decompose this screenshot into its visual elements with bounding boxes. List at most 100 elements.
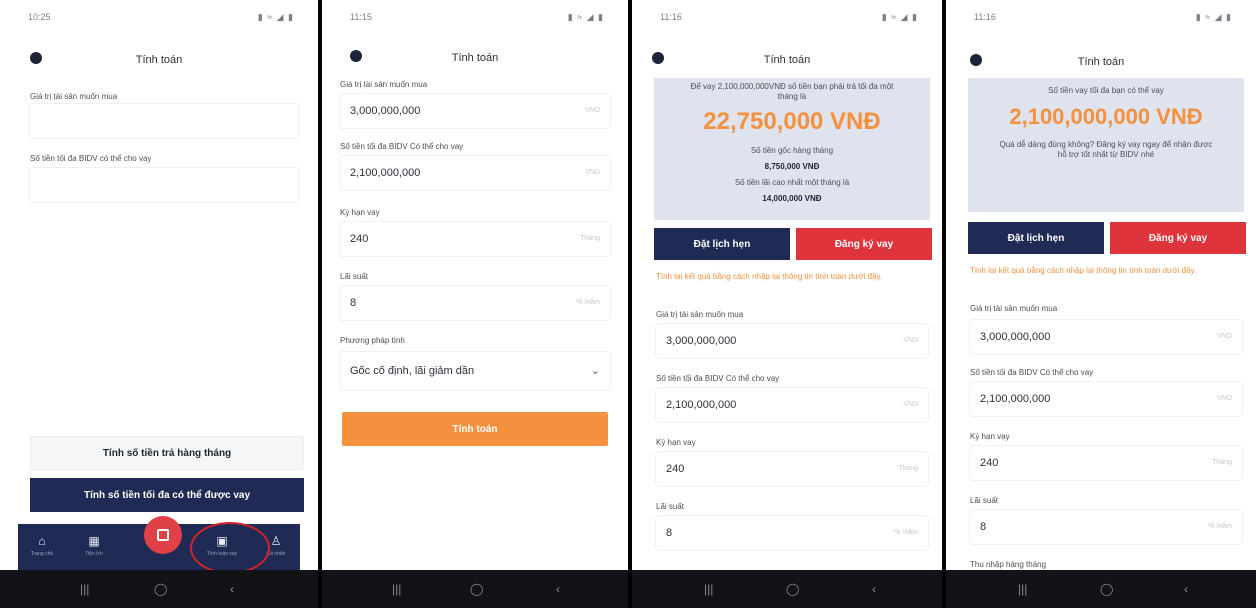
max-loan-input[interactable]: 2,100,000,000 VND: [970, 382, 1242, 416]
recent-apps-icon[interactable]: |||: [1018, 582, 1027, 596]
income-label: Thu nhập hàng tháng: [970, 560, 1047, 569]
term-label: Kỳ hạn vay: [656, 438, 696, 447]
recalc-note: Tính lại kết quả bằng cách nhập lại thôn…: [656, 272, 883, 281]
recent-apps-icon[interactable]: |||: [392, 582, 401, 596]
status-bar: 11:16 ▮ ≈ ◢ ▮: [632, 0, 942, 30]
status-time: 11:16: [974, 12, 996, 22]
back-chevron-icon[interactable]: ‹: [1184, 582, 1188, 596]
term-label: Kỳ hạn vay: [970, 432, 1010, 441]
status-bar: 10:25 ▮ ≈ ◢ ▮: [0, 0, 318, 30]
register-loan-button[interactable]: Đăng ký vay: [796, 228, 932, 260]
currency-unit: VND: [903, 337, 918, 344]
rate-unit: % /năm: [894, 529, 918, 536]
center-action-button[interactable]: [144, 516, 182, 554]
book-appointment-button[interactable]: Đặt lịch hẹn: [654, 228, 790, 260]
method-label: Phương pháp tính: [340, 336, 405, 345]
page-title: Tính toán: [763, 54, 811, 66]
page-title: Tính toán: [135, 54, 183, 66]
principal-value: 8,750,000 VNĐ: [764, 162, 820, 171]
asset-value-input[interactable]: 3,000,000,000 VND: [340, 94, 610, 128]
rate-label: Lãi suất: [656, 502, 685, 511]
calculate-button[interactable]: Tính toán: [342, 412, 608, 446]
max-loan-value: 2,100,000,000: [980, 393, 1051, 405]
calc-max-button[interactable]: Tính số tiền tối đa có thể được vay: [30, 478, 304, 512]
rate-input[interactable]: 8 % /năm: [970, 510, 1242, 544]
max-loan-label: Số tiền tối đa BIDV có thể cho vay: [30, 154, 152, 163]
nav-home[interactable]: ⌂ Trang chủ: [22, 534, 62, 557]
asset-value-input[interactable]: 3,000,000,000 VND: [656, 324, 928, 358]
nav-utility[interactable]: ▦ Tiện ích: [74, 534, 114, 557]
interest-value: 14,000,000 VNĐ: [762, 194, 822, 203]
back-chevron-icon[interactable]: ‹: [872, 582, 876, 596]
max-cta: Quá dễ dàng đúng không? Đăng ký vay ngay…: [999, 140, 1213, 159]
status-icons: ▮ ≈ ◢ ▮: [257, 12, 294, 22]
rate-label: Lãi suất: [970, 496, 999, 505]
asset-value-label: Giá trị tài sản muốn mua: [340, 80, 428, 89]
asset-value-label: Giá trị tài sản muốn mua: [656, 310, 744, 319]
rate-input[interactable]: 8 % /năm: [656, 516, 928, 550]
term-input[interactable]: 240 Tháng: [340, 222, 610, 256]
status-time: 10:25: [28, 12, 51, 22]
term-unit: Tháng: [580, 235, 600, 242]
asset-value-input[interactable]: [30, 104, 298, 138]
document-icon: [157, 529, 169, 541]
register-loan-button[interactable]: Đăng ký vay: [1110, 222, 1246, 254]
principal-label: Số tiền gốc hàng tháng: [750, 146, 834, 155]
method-select[interactable]: Gốc cố định, lãi giảm dần ⌄: [340, 352, 610, 390]
screen-monthly-result: 11:16 ▮ ≈ ◢ ▮ Tính toán Để vay 2,100,000…: [632, 0, 942, 608]
asset-value-input[interactable]: 3,000,000,000 VND: [970, 320, 1242, 354]
status-time: 11:16: [660, 12, 682, 22]
status-bar: 11:15 ▮ ≈ ◢ ▮: [322, 0, 628, 30]
header: Tính toán: [946, 46, 1256, 72]
home-icon: ⌂: [38, 534, 46, 548]
home-circle-icon[interactable]: ◯: [786, 582, 799, 596]
chevron-down-icon: ⌄: [590, 365, 600, 377]
back-chevron-icon[interactable]: ‹: [230, 582, 234, 596]
max-intro: Số tiền vay tối đa bạn có thể vay: [1048, 86, 1164, 95]
currency-unit: VND: [585, 107, 600, 114]
status-icons: ▮ ≈ ◢ ▮: [567, 12, 604, 22]
header: Tính toán: [0, 44, 318, 70]
max-loan-input[interactable]: [30, 168, 298, 202]
rate-value: 8: [666, 527, 673, 539]
home-circle-icon[interactable]: ◯: [470, 582, 483, 596]
interest-label: Số tiền lãi cao nhất một tháng là: [734, 178, 850, 187]
header: Tính toán: [632, 44, 942, 70]
monthly-result-card: Để vay 2,100,000,000VNĐ số tiền bạn phải…: [654, 78, 930, 220]
term-unit: Tháng: [898, 465, 918, 472]
recalc-note: Tính lại kết quả bằng cách nhập lại thôn…: [970, 266, 1197, 275]
currency-unit: VND: [1217, 333, 1232, 340]
screen-full-form: 11:15 ▮ ≈ ◢ ▮ Tính toán Giá trị tài sản …: [322, 0, 628, 608]
rate-value: 8: [350, 297, 357, 309]
status-time: 11:15: [350, 12, 372, 22]
method-value: Gốc cố định, lãi giảm dần: [350, 365, 475, 377]
term-value: 240: [350, 233, 369, 245]
home-circle-icon[interactable]: ◯: [1100, 582, 1113, 596]
max-loan-label: Số tiền tối đa BIDV Có thể cho vay: [656, 374, 780, 383]
status-icons: ▮ ≈ ◢ ▮: [881, 12, 918, 22]
asset-value: 3,000,000,000: [350, 105, 421, 117]
recent-apps-icon[interactable]: |||: [704, 582, 713, 596]
grid-icon: ▦: [88, 534, 100, 548]
book-appointment-button[interactable]: Đặt lịch hẹn: [968, 222, 1104, 254]
rate-unit: % /năm: [576, 299, 600, 306]
term-input[interactable]: 240 Tháng: [656, 452, 928, 486]
currency-unit: VND: [903, 401, 918, 408]
max-loan-input[interactable]: 2,100,000,000 VND: [656, 388, 928, 422]
asset-value: 3,000,000,000: [666, 335, 737, 347]
page-title: Tính toán: [451, 52, 499, 64]
rate-input[interactable]: 8 % /năm: [340, 286, 610, 320]
recent-apps-icon[interactable]: |||: [80, 582, 89, 596]
term-input[interactable]: 240 Tháng: [970, 446, 1242, 480]
screen-empty-form: 10:25 ▮ ≈ ◢ ▮ Tính toán Giá trị tài sản …: [0, 0, 318, 608]
nav-utility-label: Tiện ích: [85, 551, 103, 557]
max-result-card: Số tiền vay tối đa bạn có thể vay 2,100,…: [968, 78, 1244, 212]
max-loan-input[interactable]: 2,100,000,000 VND: [340, 156, 610, 190]
term-label: Kỳ hạn vay: [340, 208, 380, 217]
system-nav-bar: ||| ◯ ‹: [322, 570, 628, 608]
calc-monthly-button[interactable]: Tính số tiền trả hàng tháng: [30, 436, 304, 470]
home-circle-icon[interactable]: ◯: [154, 582, 167, 596]
asset-value: 3,000,000,000: [980, 331, 1051, 343]
term-value: 240: [980, 457, 999, 469]
back-chevron-icon[interactable]: ‹: [556, 582, 560, 596]
